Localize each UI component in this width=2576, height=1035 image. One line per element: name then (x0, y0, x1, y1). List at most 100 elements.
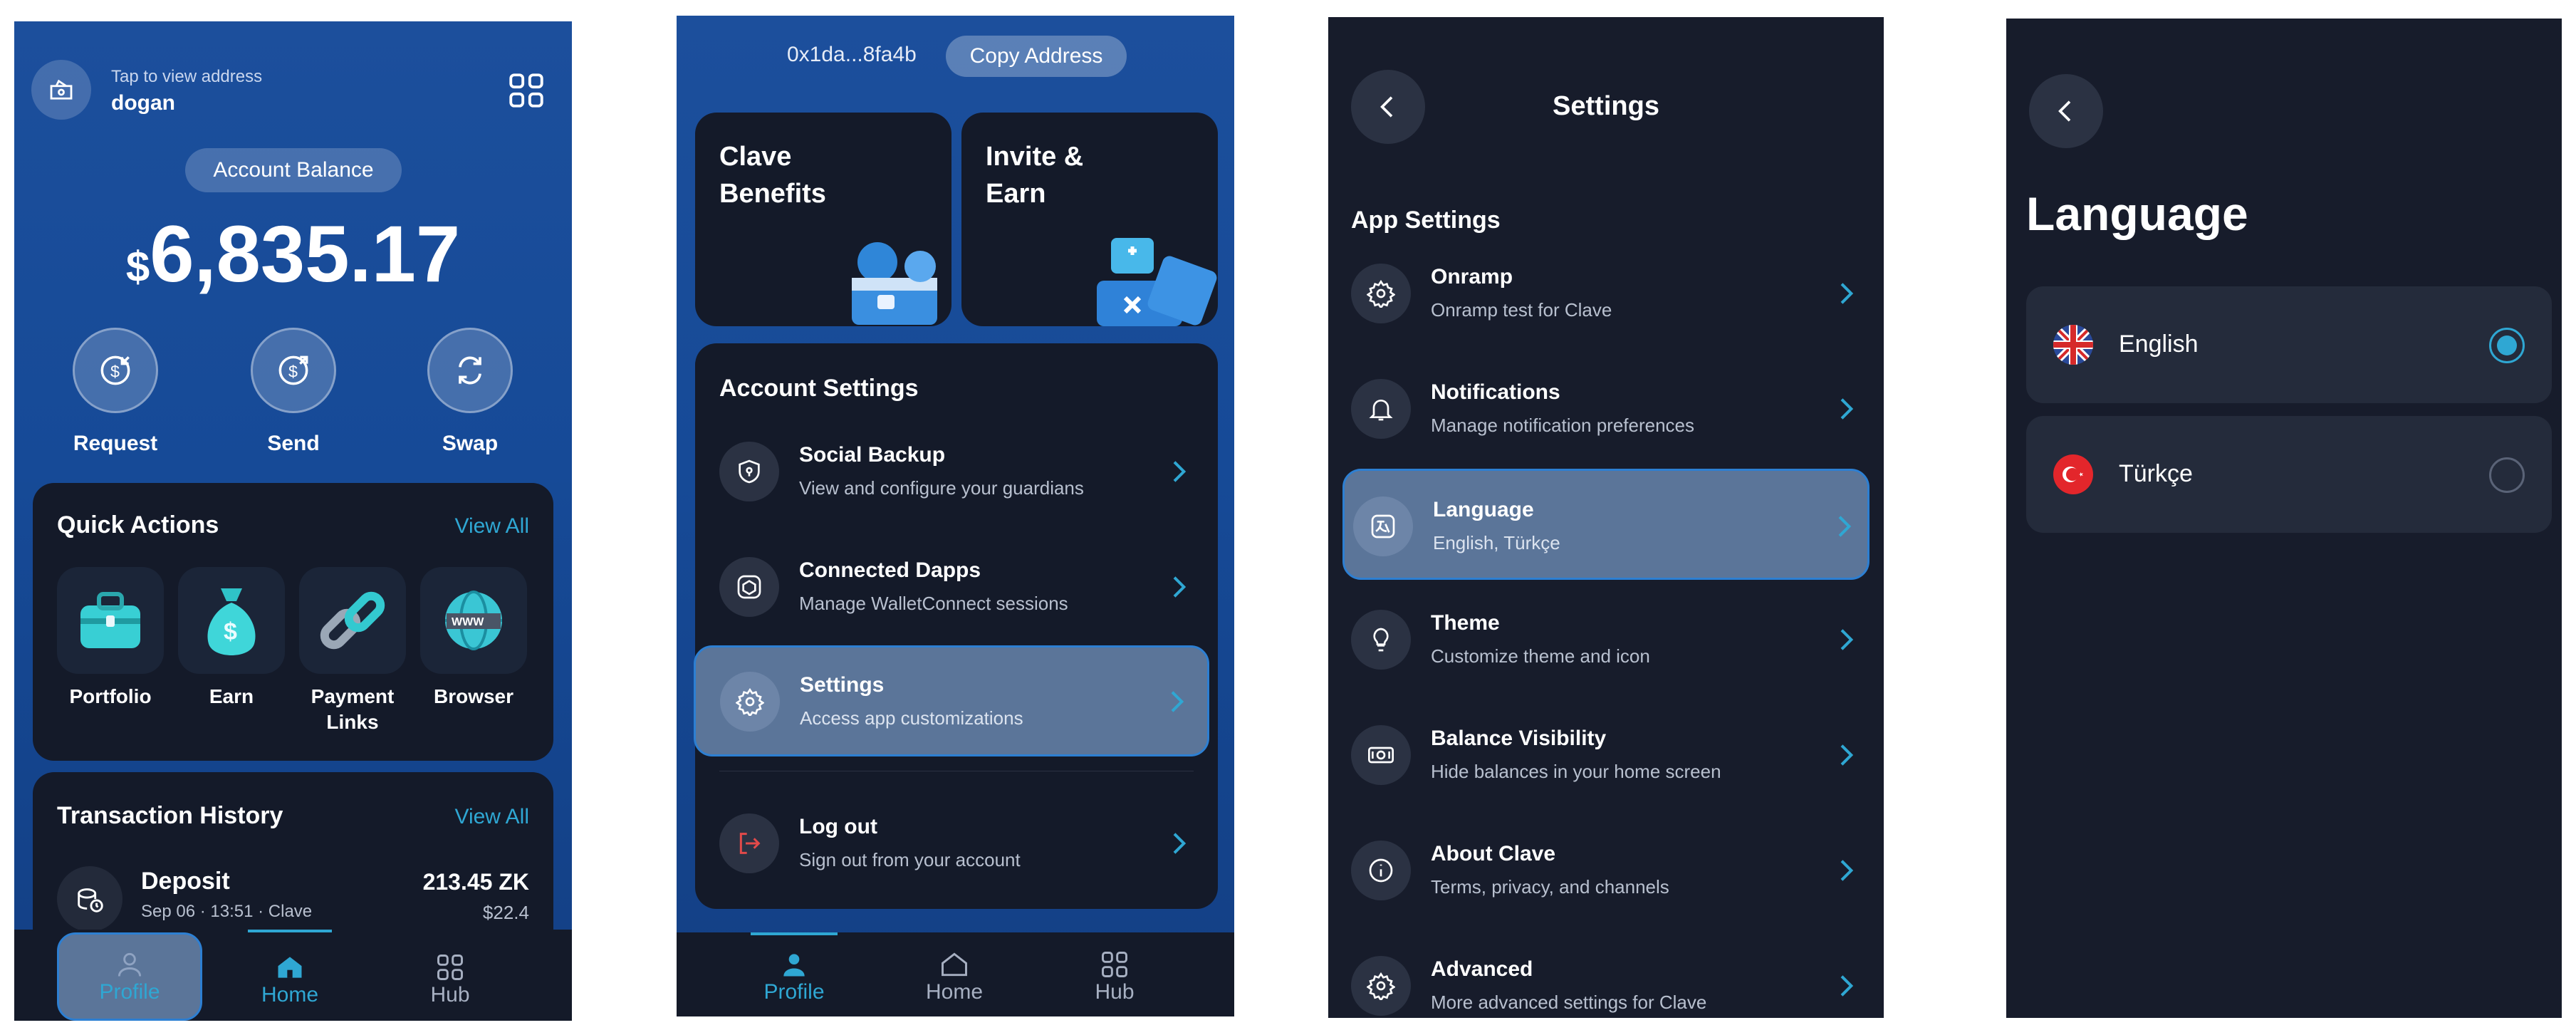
transaction-history-title: Transaction History (57, 802, 283, 829)
settings-row-subtitle: Onramp test for Clave (1431, 299, 1612, 321)
nav-profile-label: Profile (763, 980, 825, 1004)
nav-profile-label: Profile (99, 980, 160, 1004)
settings-row-title: Theme (1431, 611, 1500, 635)
logout-subtitle: Sign out from your account (799, 849, 1021, 870)
settings-row-notifications[interactable]: Notifications Manage notification prefere… (1328, 353, 1884, 464)
settings-row-title: Onramp (1431, 265, 1513, 288)
svg-text:WWW: WWW (452, 616, 484, 628)
home-active-indicator (248, 930, 332, 932)
username[interactable]: dogan (111, 91, 175, 115)
settings-row-advanced[interactable]: Advanced More advanced settings for Clave (1328, 930, 1884, 1018)
settings-row-title: Language (1433, 498, 1534, 521)
radio-selected[interactable] (2489, 328, 2525, 363)
money-bag-icon: $ (207, 588, 256, 655)
transaction-amount: 213.45 ZK (422, 869, 529, 895)
nav-profile[interactable]: Profile (57, 932, 202, 1021)
profile-icon (118, 952, 142, 977)
tap-hint[interactable]: Tap to view address (111, 67, 262, 87)
invite-earn-title: Invite & Earn (986, 142, 1084, 209)
settings-row-subtitle: More advanced settings for Clave (1431, 992, 1707, 1013)
chevron-right-icon (1840, 860, 1854, 881)
cube-icon (719, 557, 779, 617)
chevron-left-icon (2058, 100, 2071, 122)
settings-row-theme[interactable]: Theme Customize theme and icon (1328, 584, 1884, 695)
nav-profile[interactable]: Profile (723, 937, 865, 1016)
language-option-english[interactable]: English (2026, 286, 2552, 403)
social-backup-row[interactable]: Social Backup View and configure your gu… (695, 422, 1218, 521)
logout-icon (719, 813, 779, 873)
chevron-right-icon (1840, 398, 1854, 420)
deposit-icon (57, 866, 122, 932)
connected-dapps-row[interactable]: Connected Dapps Manage WalletConnect ses… (695, 537, 1218, 637)
nav-hub[interactable]: Hub (379, 940, 521, 1019)
hub-grid-icon (1102, 952, 1127, 977)
settings-row-title: Notifications (1431, 380, 1560, 404)
chevron-right-icon (1173, 576, 1187, 598)
transaction-title[interactable]: Deposit (141, 868, 230, 895)
svg-text:$: $ (110, 362, 120, 380)
connected-dapps-title: Connected Dapps (799, 558, 981, 582)
nav-hub[interactable]: Hub (1043, 937, 1186, 1016)
logout-row[interactable]: Log out Sign out from your account (695, 794, 1218, 893)
avatar[interactable] (31, 60, 91, 120)
uk-flag-icon (2053, 325, 2093, 365)
wallet-address[interactable]: 0x1da...8fa4b (787, 43, 917, 67)
hub-grid-icon (437, 955, 463, 980)
currency-symbol: $ (125, 243, 150, 291)
social-backup-title: Social Backup (799, 443, 946, 467)
portfolio-tile[interactable] (57, 567, 164, 674)
clave-benefits-card[interactable]: Clave Benefits (695, 113, 951, 326)
logout-title: Log out (799, 815, 877, 838)
settings-row-balance-visibility[interactable]: Balance Visibility Hide balances in your … (1328, 699, 1884, 811)
send-label: Send (267, 432, 320, 455)
settings-row-subtitle: Hide balances in your home screen (1431, 761, 1721, 782)
chevron-right-icon (1171, 691, 1184, 712)
chevron-right-icon (1173, 833, 1187, 854)
earn-tile[interactable]: $ (178, 567, 285, 674)
settings-row-language[interactable]: Language English, Türkçe (1342, 469, 1870, 580)
lightbulb-icon (1351, 610, 1411, 670)
language-option-turkish[interactable]: Türkçe (2026, 416, 2552, 533)
back-button[interactable] (2029, 74, 2103, 148)
nav-home[interactable]: Home (219, 940, 361, 1019)
send-icon: $ (278, 355, 308, 385)
transaction-history-view-all[interactable]: View All (454, 805, 529, 829)
transaction-fiat: $22.4 (482, 902, 529, 923)
translate-icon (1353, 496, 1413, 556)
home-icon (942, 952, 967, 977)
settings-row-about-clave[interactable]: About Clave Terms, privacy, and channels (1328, 815, 1884, 926)
settings-row-onramp[interactable]: Onramp Onramp test for Clave (1328, 238, 1884, 349)
browser-tile[interactable]: WWW (420, 567, 527, 674)
chevron-right-icon (1840, 744, 1854, 766)
home-icon (278, 957, 302, 978)
chevron-right-icon (1840, 283, 1854, 304)
nav-home[interactable]: Home (883, 937, 1026, 1016)
qr-scan-icon[interactable] (506, 70, 547, 111)
language-screen: Language English Türkçe (2006, 19, 2562, 1018)
svg-text:$: $ (224, 618, 237, 645)
turkey-flag-icon (2053, 454, 2093, 494)
request-button[interactable]: $ (73, 328, 158, 413)
bottom-nav: Profile Home Hub (14, 930, 572, 1021)
quick-actions-view-all[interactable]: View All (454, 514, 529, 539)
send-button[interactable]: $ (251, 328, 336, 413)
account-settings-title: Account Settings (719, 375, 919, 402)
payment-links-tile[interactable] (299, 567, 406, 674)
gear-icon (1351, 264, 1411, 323)
invite-earn-card[interactable]: Invite & Earn (961, 113, 1218, 326)
home-screen: Tap to view address dogan Account Balanc… (14, 21, 572, 1021)
chevron-right-icon (1838, 516, 1852, 537)
bell-icon (1351, 379, 1411, 439)
settings-row[interactable]: Settings Access app customizations (694, 645, 1209, 756)
page-title: Settings (1553, 91, 1659, 121)
radio-unselected[interactable] (2489, 457, 2525, 493)
clave-benefits-title: Clave Benefits (719, 142, 826, 209)
account-settings-card: Account Settings Social Backup View and … (694, 343, 1218, 909)
swap-button[interactable] (427, 328, 513, 413)
nav-home-label: Home (261, 983, 319, 1007)
profile-icon (783, 954, 805, 977)
quick-actions-card: Quick Actions View All Portfolio $ Earn … (33, 483, 553, 761)
copy-address-button[interactable]: Copy Address (946, 36, 1127, 77)
earn-label: Earn (209, 685, 254, 707)
browser-label: Browser (433, 685, 514, 707)
